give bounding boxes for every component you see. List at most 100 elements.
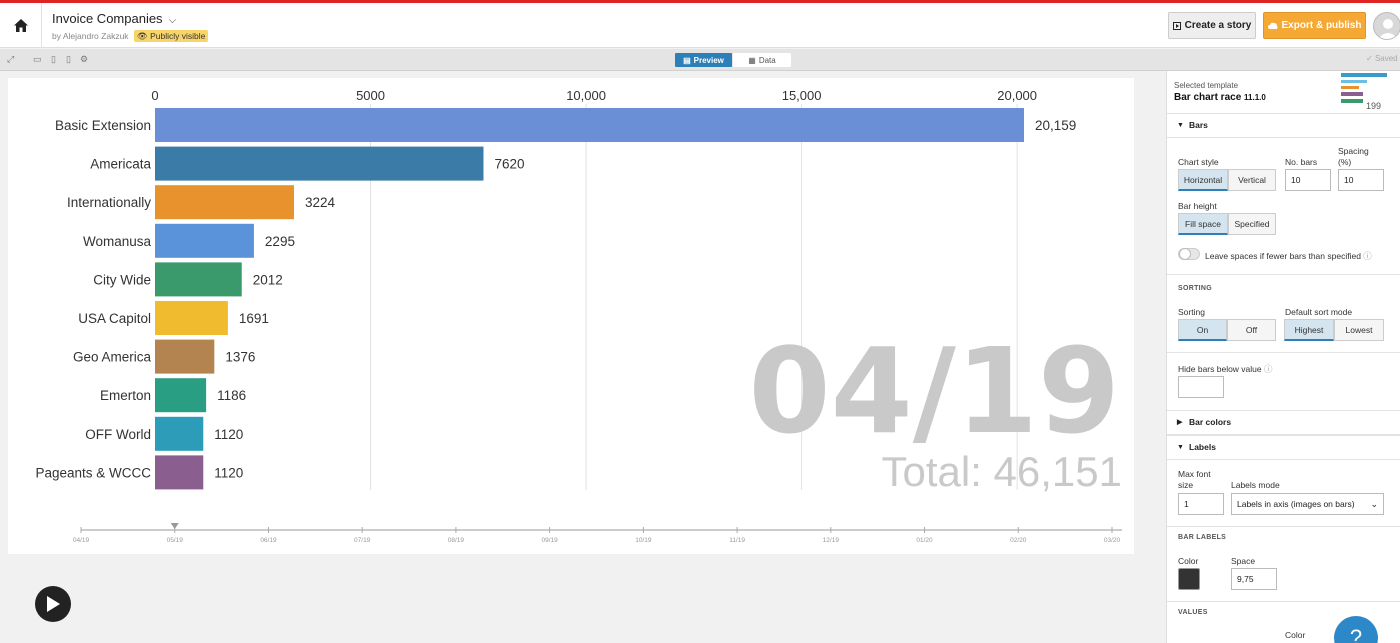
hide-bars-text: Hide bars below value [1178, 364, 1262, 374]
timeline-label: 05/19 [167, 537, 184, 544]
x-tick-label: 15,000 [782, 88, 822, 103]
bar [155, 339, 215, 374]
sort-mode-lowest[interactable]: Lowest [1334, 319, 1384, 341]
play-button[interactable] [35, 586, 71, 622]
desktop-view-icon[interactable]: ▭ [33, 54, 42, 65]
values-color-label: Color [1285, 630, 1306, 640]
sorting-off[interactable]: Off [1227, 319, 1276, 341]
max-font-size-label: size [1178, 480, 1194, 490]
settings-icon[interactable]: ⚙ [80, 54, 88, 65]
bar [155, 223, 254, 258]
tab-data[interactable]: ▦ Data [733, 53, 791, 67]
visualization-title-dropdown[interactable]: Invoice Companies ⌵ [52, 11, 176, 26]
bar-value-label: 2295 [265, 234, 295, 249]
spacing-input[interactable]: 10 [1338, 169, 1384, 191]
hide-bars-label: Hide bars below value ⓘ [1178, 363, 1273, 375]
total-overlay: Total: 46,151 [881, 448, 1122, 495]
timeline-marker[interactable] [170, 523, 179, 529]
divider [1167, 274, 1400, 275]
timeline-label: 04/19 [73, 537, 90, 544]
expand-icon[interactable]: ⤢ [7, 54, 14, 65]
settings-panel: Selected template Bar chart race 11.1.0 … [1166, 71, 1400, 643]
labels-mode-select[interactable]: Labels in axis (images on bars) ⌄ [1231, 493, 1384, 515]
bar-category-label: Americata [90, 157, 151, 172]
default-sort-label: Default sort mode [1285, 307, 1353, 317]
bar-category-label: Womanusa [83, 234, 152, 249]
x-tick-label: 0 [151, 88, 158, 103]
visibility-badge[interactable]: 👁 Publicly visible [133, 30, 209, 42]
leave-spaces-text: Leave spaces if fewer bars than specifie… [1205, 251, 1361, 261]
leave-spaces-label: Leave spaces if fewer bars than specifie… [1205, 250, 1372, 262]
sort-mode-highest[interactable]: Highest [1284, 319, 1334, 341]
timeline-label: 10/19 [635, 537, 652, 544]
x-tick-label: 10,000 [566, 88, 606, 103]
info-icon[interactable]: ⓘ [1264, 364, 1273, 374]
section-bars-label: Bars [1189, 120, 1208, 130]
bar-labels-heading: BAR LABELS [1178, 534, 1227, 541]
chart-style-vertical[interactable]: Vertical [1228, 169, 1276, 191]
labels-mode-label: Labels mode [1231, 480, 1280, 490]
bar-height-specified[interactable]: Specified [1228, 213, 1276, 235]
chart-style-horizontal[interactable]: Horizontal [1178, 169, 1228, 191]
bar [155, 416, 204, 451]
bar-value-label: 20,159 [1035, 118, 1076, 133]
cloud-upload-icon [1267, 22, 1277, 29]
section-labels[interactable]: ▼ Labels [1167, 435, 1400, 460]
timeline[interactable]: 04/19 05/19 06/19 07/19 08/19 09/19 10/19 11/19… [73, 523, 1122, 544]
bar-category-label: Internationally [67, 195, 151, 210]
caret-down-icon: ▼ [1177, 122, 1184, 129]
no-bars-label: No. bars [1285, 157, 1318, 167]
user-avatar[interactable] [1373, 12, 1400, 40]
bar-value-label: 1120 [214, 465, 243, 480]
max-font-size-input[interactable]: 1 [1178, 493, 1224, 515]
leave-spaces-toggle[interactable] [1178, 248, 1200, 260]
home-button[interactable] [0, 3, 42, 48]
bar [155, 262, 242, 297]
table-icon: ▦ [748, 55, 756, 65]
timeline-label: 02/20 [1010, 537, 1027, 544]
create-story-button[interactable]: Create a story [1168, 12, 1256, 39]
timeline-label: 08/19 [448, 537, 465, 544]
bar-label-color-swatch[interactable] [1178, 568, 1200, 590]
template-thumbnail[interactable]: 199 [1341, 73, 1400, 113]
bar-label-space-label: Space [1231, 556, 1256, 566]
bar-label-space-input[interactable]: 9,75 [1231, 568, 1277, 590]
tab-preview[interactable]: ▤ Preview [675, 53, 732, 67]
tab-data-label: Data [758, 55, 776, 65]
hide-bars-input[interactable] [1178, 376, 1224, 398]
divider [1167, 601, 1400, 602]
section-bar-colors[interactable]: ▶ Bar colors [1167, 410, 1400, 435]
bar-height-fill-space[interactable]: Fill space [1178, 213, 1228, 235]
template-version: 11.1.0 [1244, 93, 1266, 102]
mobile-view-icon[interactable]: ▯ [66, 54, 71, 65]
view-toolbar: ⤢ ▭ ▯ ▯ ⚙ ▤ Preview ▦ Data ✓ Saved [0, 49, 1400, 71]
sorting-on[interactable]: On [1178, 319, 1227, 341]
template-name[interactable]: Bar chart race 11.1.0 [1174, 92, 1266, 103]
timeline-label: 09/19 [541, 537, 558, 544]
chart-preview: 0 5000 10,000 15,000 20,000 04/19 Total: 46,… [8, 78, 1134, 622]
template-name-text: Bar chart race [1174, 92, 1242, 103]
bar-category-label: OFF World [85, 427, 151, 442]
timeline-label: 12/19 [823, 537, 840, 544]
bar-value-label: 3224 [305, 195, 336, 210]
tab-preview-label: Preview [693, 55, 724, 65]
section-bar-colors-label: Bar colors [1189, 417, 1232, 427]
top-bar: Invoice Companies ⌵ by Alejandro Zakzuk 👁… [0, 3, 1400, 48]
visibility-label: Publicly visible [150, 31, 206, 41]
saved-label: Saved [1374, 54, 1398, 63]
sorting-heading: SORTING [1178, 285, 1212, 292]
bar-value-label: 1186 [217, 388, 246, 403]
bar-value-label: 1120 [214, 427, 243, 442]
check-icon: ✓ [1366, 54, 1373, 63]
info-icon[interactable]: ⓘ [1363, 251, 1372, 261]
values-heading: VALUES [1178, 609, 1208, 616]
tablet-view-icon[interactable]: ▯ [51, 54, 56, 65]
timeline-label: 01/20 [916, 537, 933, 544]
chevron-down-icon: ⌵ [168, 15, 177, 26]
divider [1167, 526, 1400, 527]
no-bars-input[interactable]: 10 [1285, 169, 1331, 191]
x-axis-ticks: 0 5000 10,000 15,000 20,000 [151, 88, 1037, 103]
section-bars[interactable]: ▼ Bars [1167, 113, 1400, 138]
export-publish-button[interactable]: Export & publish [1263, 12, 1366, 39]
bar-category-label: Basic Extension [55, 118, 151, 133]
